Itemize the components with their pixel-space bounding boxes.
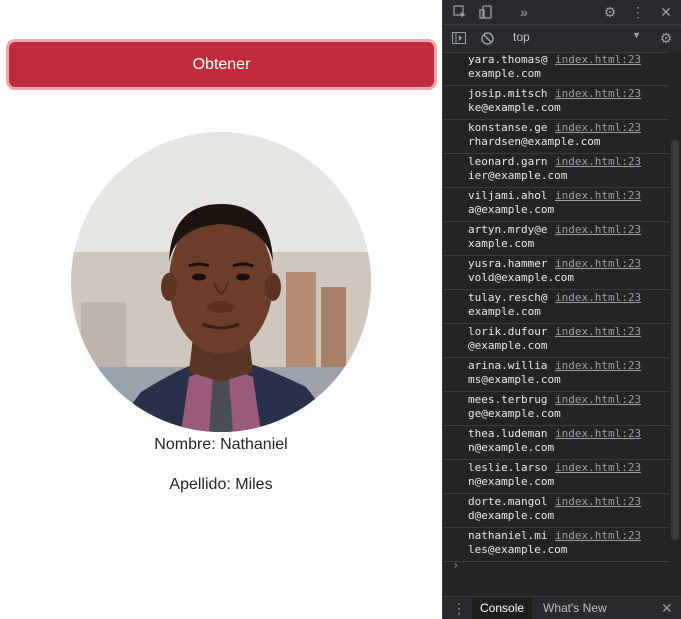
tab-whats-new[interactable]: What's New [543, 597, 607, 619]
first-name-line: Nombre: Nathaniel [0, 436, 442, 454]
log-message: leonard.garn ier@example.com [468, 155, 568, 182]
kebab-menu-icon[interactable]: ⋮ [629, 3, 647, 21]
log-source-link[interactable]: index.html:23 [555, 291, 641, 305]
log-source-link[interactable]: index.html:23 [555, 427, 641, 441]
console-log-row: konstanse.ge rhardsen@example.com index.h… [443, 120, 669, 154]
context-selector[interactable]: top ▼ [513, 30, 641, 46]
log-message: konstanse.ge rhardsen@example.com [468, 121, 601, 148]
log-source-link[interactable]: index.html:23 [555, 325, 641, 339]
log-message: yara.thomas@ example.com [468, 53, 548, 80]
log-source-link[interactable]: index.html:23 [555, 461, 641, 475]
clear-console-icon[interactable] [478, 29, 496, 47]
log-source-link[interactable]: index.html:23 [555, 257, 641, 271]
console-log-row: dorte.mangol d@example.com index.html:23 [443, 494, 669, 528]
log-message: lorik.dufour @example.com [468, 325, 548, 352]
tab-console[interactable]: Console [472, 597, 533, 619]
log-message: leslie.larso n@example.com [468, 461, 555, 488]
console-log-row: viljami.ahol a@example.com index.html:23 [443, 188, 669, 222]
log-source-link[interactable]: index.html:23 [555, 155, 641, 169]
console-log-row: arina.willia ms@example.com index.html:23 [443, 358, 669, 392]
scrollbar-thumb[interactable] [671, 140, 679, 540]
console-log-row: yara.thomas@ example.com index.html:23 [443, 52, 669, 86]
settings-icon[interactable]: ⚙ [601, 3, 619, 21]
last-name-label: Apellido: [169, 476, 231, 493]
log-message: mees.terbrug ge@example.com [468, 393, 561, 420]
log-message: josip.mitsch ke@example.com [468, 87, 561, 114]
console-toolbar: top ▼ ⚙ [443, 25, 681, 53]
console-log-row: artyn.mrdy@e xample.com index.html:23 [443, 222, 669, 256]
device-toggle-icon[interactable] [477, 3, 495, 21]
devtools-toolbar: » ⚙ ⋮ ✕ [443, 0, 681, 25]
log-message: yusra.hammer vold@example.com [468, 257, 574, 284]
log-message: dorte.mangol d@example.com [468, 495, 555, 522]
log-source-link[interactable]: index.html:23 [555, 393, 641, 407]
devtools-drawer: ⋮ Console What's New ✕ [443, 596, 681, 619]
log-source-link[interactable]: index.html:23 [555, 359, 641, 373]
console-log-list: yara.thomas@ example.com index.html:23 jos… [443, 52, 681, 596]
web-page: Obtener Nombre: Nathaniel Apellido: Mile… [0, 0, 442, 619]
log-source-link[interactable]: index.html:23 [555, 223, 641, 237]
last-name-line: Apellido: Miles [0, 476, 442, 494]
log-message: viljami.ahol a@example.com [468, 189, 555, 216]
log-message: thea.ludeman n@example.com [468, 427, 555, 454]
drawer-menu-icon[interactable]: ⋮ [451, 600, 467, 616]
console-log-row: leonard.garn ier@example.com index.html:2… [443, 154, 669, 188]
console-prompt[interactable]: › [452, 558, 459, 572]
profile-photo [71, 132, 371, 432]
obtener-button[interactable]: Obtener [9, 42, 434, 87]
console-log-row: leslie.larso n@example.com index.html:23 [443, 460, 669, 494]
log-message: arina.willia ms@example.com [468, 359, 561, 386]
console-log-row: yusra.hammer vold@example.com index.html:… [443, 256, 669, 290]
inspect-icon[interactable] [451, 3, 469, 21]
console-log-row: nathaniel.mi les@example.com index.html:2… [443, 528, 669, 562]
console-log-row: mees.terbrug ge@example.com index.html:23 [443, 392, 669, 426]
console-settings-icon[interactable]: ⚙ [657, 29, 675, 47]
console-log-row: thea.ludeman n@example.com index.html:23 [443, 426, 669, 460]
console-log-row: tulay.resch@ example.com index.html:23 [443, 290, 669, 324]
sidebar-toggle-icon[interactable] [450, 29, 468, 47]
close-icon[interactable]: ✕ [657, 3, 675, 21]
last-name-value: Miles [235, 476, 273, 493]
first-name-value: Nathaniel [220, 436, 288, 453]
log-source-link[interactable]: index.html:23 [555, 87, 641, 101]
log-source-link[interactable]: index.html:23 [555, 495, 641, 509]
log-source-link[interactable]: index.html:23 [555, 121, 641, 135]
dropdown-arrow-icon: ▼ [632, 30, 641, 40]
log-message: artyn.mrdy@e xample.com [468, 223, 548, 250]
context-value: top [513, 30, 530, 44]
log-message: nathaniel.mi les@example.com [468, 529, 568, 556]
more-tabs-icon[interactable]: » [515, 3, 533, 21]
log-source-link[interactable]: index.html:23 [555, 529, 641, 543]
devtools-panel: » ⚙ ⋮ ✕ top ▼ ⚙ yara.thomas@ example.com… [442, 0, 681, 619]
first-name-label: Nombre: [154, 436, 216, 453]
console-log-row: josip.mitsch ke@example.com index.html:23 [443, 86, 669, 120]
drawer-close-icon[interactable]: ✕ [661, 599, 673, 617]
log-message: tulay.resch@ example.com [468, 291, 548, 318]
console-log-row: lorik.dufour @example.com index.html:23 [443, 324, 669, 358]
log-source-link[interactable]: index.html:23 [555, 53, 641, 67]
log-source-link[interactable]: index.html:23 [555, 189, 641, 203]
